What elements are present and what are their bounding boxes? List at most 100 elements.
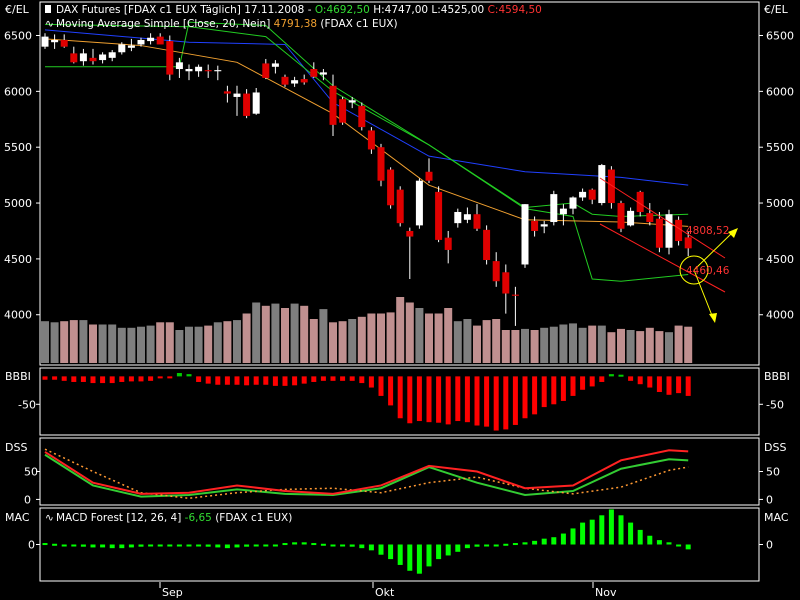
macd-bar	[484, 544, 490, 547]
volume-bar	[146, 325, 155, 363]
macd-bar	[244, 544, 250, 547]
candle-body	[214, 70, 222, 72]
bbbi-bar	[503, 376, 509, 430]
price-tick-label-left: 4500	[4, 253, 32, 266]
volume-bar	[60, 321, 69, 363]
volume-bar	[50, 322, 59, 363]
volume-bar	[578, 327, 587, 363]
macd-bar	[205, 544, 211, 547]
bbbi-bar	[474, 376, 480, 426]
macd-bar	[685, 544, 691, 550]
macd-bar	[263, 544, 269, 547]
bbbi-bar	[234, 376, 240, 385]
volume-bar	[636, 331, 645, 363]
bbbi-bar	[349, 376, 355, 381]
bbbi-bar	[52, 376, 58, 380]
macd-bar	[455, 544, 461, 552]
mac-tick-label-right: 0	[766, 539, 773, 552]
bbbi-bar	[436, 376, 442, 423]
volume-bar	[137, 326, 145, 363]
candle-body	[492, 261, 500, 282]
candle-body	[281, 76, 289, 85]
high-value: H:4747,00	[373, 4, 428, 16]
candle-body	[60, 39, 68, 47]
ma-suffix: (FDAX c1 EUX)	[320, 18, 397, 30]
bbbi-bar	[407, 376, 413, 424]
bbbi-bar	[224, 376, 230, 385]
bbbi-bar	[157, 376, 163, 379]
candle-body	[473, 214, 481, 229]
bbbi-bar	[388, 376, 394, 406]
candle-body	[329, 85, 337, 125]
macd-bar	[666, 542, 672, 545]
volume-bar	[281, 308, 289, 363]
macd-bar	[167, 544, 173, 547]
candle-body	[415, 180, 423, 226]
price-tick-label-left: 4000	[4, 309, 32, 322]
macd-icon: ∿	[45, 512, 54, 524]
volume-bar	[434, 313, 443, 363]
candle-body	[339, 99, 347, 123]
volume-bar	[444, 308, 453, 363]
candle-body	[521, 204, 529, 265]
dss-label-right: DSS	[764, 441, 786, 454]
bbbi-bar	[628, 376, 634, 381]
bbbi-bar	[186, 374, 192, 377]
bbbi-bar	[167, 376, 173, 379]
macd-bar	[42, 543, 48, 546]
price-tick-label-left: 6500	[4, 30, 32, 43]
volume-bar	[290, 303, 299, 363]
bbbi-label-left: BBBI	[5, 370, 31, 383]
bbbi-bar	[311, 376, 317, 382]
macd-bar	[618, 515, 624, 545]
candle-body	[108, 52, 116, 58]
macd-bar	[340, 544, 346, 547]
month-label-okt: Okt	[375, 586, 395, 599]
volume-bar	[492, 319, 501, 363]
candle-body	[598, 165, 606, 204]
candle-body	[367, 130, 375, 150]
volume-bar	[98, 324, 107, 363]
candle-body	[579, 191, 587, 198]
macd-bar	[512, 543, 518, 546]
price-tick-label-left: 5500	[4, 141, 32, 154]
bbbi-bar	[608, 374, 614, 377]
volume-bar	[213, 322, 222, 363]
macd-title: MACD Forest [12, 26, 4]	[56, 512, 181, 524]
volume-bar	[127, 327, 136, 363]
candle-body	[396, 189, 404, 224]
macd-bar	[292, 542, 298, 545]
bbbi-bar	[128, 376, 134, 382]
candle-body	[175, 62, 183, 70]
volume-bar	[655, 331, 664, 363]
macd-bar	[560, 533, 566, 545]
candle-body	[655, 218, 663, 248]
ma-icon: ∿	[45, 18, 54, 30]
candle-body	[137, 39, 145, 45]
bbbi-bar	[416, 376, 422, 422]
bbbi-bar	[666, 376, 672, 395]
macd-bar	[656, 540, 662, 545]
bbbi-bar	[320, 376, 326, 381]
candle-body	[204, 70, 212, 72]
candle-body	[550, 194, 558, 223]
bbbi-bar	[119, 376, 125, 382]
volume-bar	[521, 328, 529, 363]
price-tick-label-left: 5000	[4, 197, 32, 210]
mac-tick-label-left: 0	[28, 539, 35, 552]
macd-bar	[157, 544, 163, 547]
svg-text:MACD Forest [12, 26, 4] -6,65: MACD Forest [12, 26, 4] -6,65 (FDAX c1 E…	[56, 512, 292, 524]
month-label-sep: Sep	[162, 586, 183, 599]
volume-bar	[588, 325, 597, 363]
volume-bar	[261, 305, 270, 363]
bbbi-bar	[71, 376, 77, 382]
macd-bar	[445, 544, 451, 556]
low-value: L:4525,00	[431, 4, 484, 16]
candle-body	[79, 53, 87, 62]
volume-bar	[357, 316, 366, 363]
dss-label-left: DSS	[5, 441, 27, 454]
volume-bar	[204, 325, 213, 363]
channel-lower-label: 4460,46	[686, 265, 730, 277]
bbbi-bar	[378, 376, 384, 396]
macd-bar	[186, 544, 192, 547]
